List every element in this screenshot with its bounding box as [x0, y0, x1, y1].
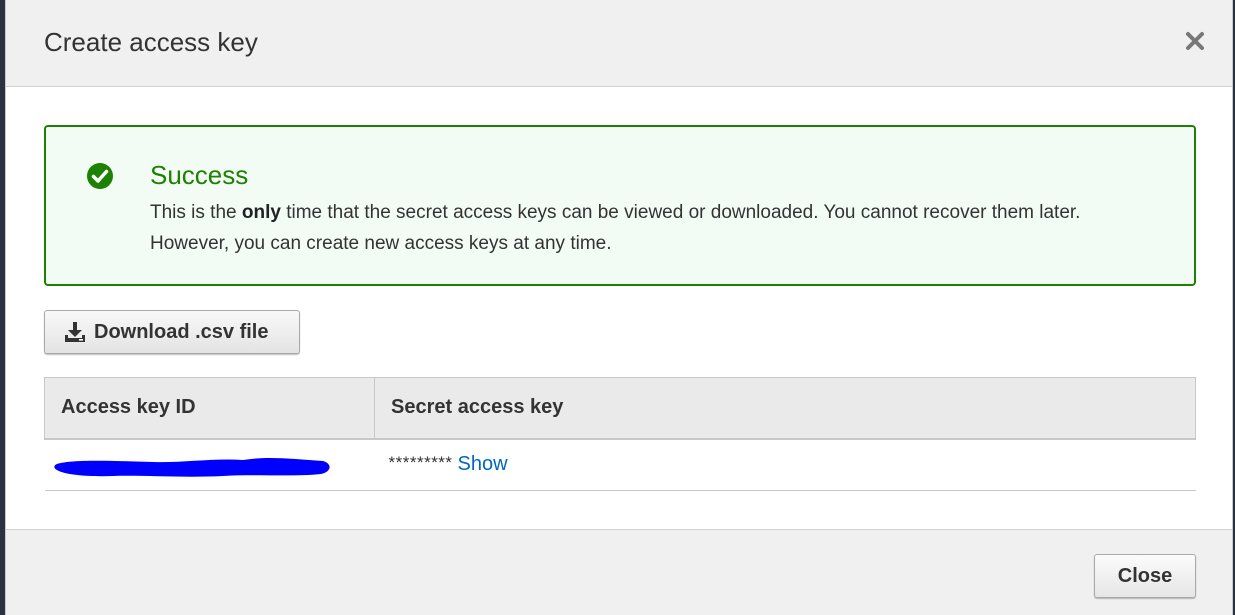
- column-header-access-key-id: Access key ID: [44, 377, 375, 440]
- column-header-secret-access-key: Secret access key: [374, 377, 1196, 440]
- alert-title: Success: [150, 160, 249, 190]
- download-icon: [65, 322, 85, 342]
- success-alert: Success This is the only time that the s…: [44, 125, 1196, 286]
- masked-secret: *********: [388, 453, 453, 472]
- dialog-title: Create access key: [44, 27, 258, 57]
- access-key-id-cell: [44, 438, 375, 491]
- close-button[interactable]: Close: [1094, 554, 1196, 598]
- access-keys-table: Access key ID Secret access key ********…: [44, 377, 1196, 491]
- dialog-footer: Close: [6, 529, 1232, 615]
- close-icon[interactable]: [1184, 30, 1206, 52]
- table-row: ********* Show: [44, 438, 1196, 491]
- create-access-key-dialog: Create access key Success This is the on…: [5, 0, 1233, 615]
- alert-message-part2: time that the secret access keys can be …: [150, 202, 1081, 254]
- check-circle-icon: [87, 163, 113, 189]
- download-csv-button[interactable]: Download .csv file: [44, 310, 300, 354]
- alert-message-emphasis: only: [241, 202, 281, 223]
- alert-message-part1: This is the: [150, 202, 242, 223]
- redaction-scribble: [53, 457, 330, 477]
- alert-message: This is the only time that the secret ac…: [150, 197, 1150, 259]
- dialog-header: Create access key: [6, 0, 1232, 87]
- secret-access-key-cell: ********* Show: [374, 438, 1196, 491]
- table-header-row: Access key ID Secret access key: [44, 377, 1196, 440]
- download-csv-label: Download .csv file: [94, 320, 269, 343]
- show-secret-link[interactable]: Show: [458, 453, 508, 475]
